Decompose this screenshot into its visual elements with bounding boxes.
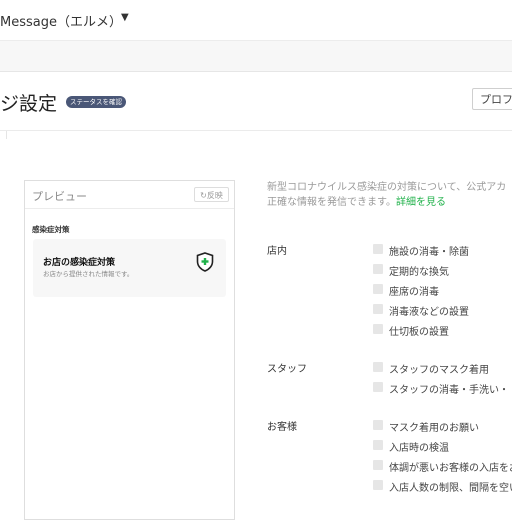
checkbox-label: 入店人数の制限、間隔を空い bbox=[389, 483, 512, 494]
top-bar: Message（エルメ） ▼ bbox=[0, 0, 512, 41]
checkbox-label: 座席の消毒 bbox=[389, 287, 439, 298]
reflect-button[interactable]: ↻反映 bbox=[194, 187, 229, 202]
checkbox-label: スタッフのマスク着用 bbox=[389, 365, 489, 376]
refresh-icon: ↻ bbox=[200, 191, 207, 200]
caret-down-icon[interactable]: ▼ bbox=[121, 12, 129, 23]
category-label-staff: スタッフ bbox=[267, 364, 307, 375]
page-title: ジ設定 bbox=[0, 93, 58, 115]
category-label-store: 店内 bbox=[267, 246, 287, 257]
checkbox[interactable] bbox=[373, 324, 383, 334]
detail-link[interactable]: 詳細を見る bbox=[396, 197, 446, 208]
checkbox[interactable] bbox=[373, 304, 383, 314]
reflect-button-label: 反映 bbox=[206, 191, 223, 200]
checkbox-label: 入店時の検温 bbox=[389, 443, 449, 454]
preview-header: プレビュー ↻反映 bbox=[25, 181, 234, 209]
page-header: ジ設定 ステータスを確認 プロフ bbox=[0, 72, 512, 131]
checkbox[interactable] bbox=[373, 264, 383, 274]
account-name[interactable]: Message（エルメ） bbox=[0, 11, 122, 30]
checkbox-label: 消毒液などの設置 bbox=[389, 307, 469, 318]
card-subtitle: お店から提供された情報です。 bbox=[43, 270, 134, 278]
divider bbox=[0, 131, 7, 139]
checkbox-label: 施設の消毒・除菌 bbox=[389, 247, 469, 258]
category-label-customers: お客様 bbox=[267, 422, 297, 433]
toolbar-strip bbox=[0, 41, 512, 72]
section-label: 感染症対策 bbox=[32, 225, 70, 234]
infection-card[interactable]: お店の感染症対策 お店から提供された情報です。 bbox=[33, 239, 226, 297]
checkbox[interactable] bbox=[373, 284, 383, 294]
checkbox-label: 体調が悪いお客様の入店をお bbox=[389, 463, 512, 474]
profile-button[interactable]: プロフ bbox=[472, 88, 512, 110]
status-badge[interactable]: ステータスを確認 bbox=[66, 96, 126, 108]
checkbox[interactable] bbox=[373, 382, 383, 392]
preview-title: プレビュー bbox=[32, 190, 87, 203]
card-title: お店の感染症対策 bbox=[43, 258, 116, 268]
checkbox[interactable] bbox=[373, 480, 383, 490]
checkbox-label: マスク着用のお願い bbox=[389, 423, 479, 434]
checkbox-label: 定期的な換気 bbox=[389, 267, 449, 278]
checkbox[interactable] bbox=[373, 460, 383, 470]
shield-plus-icon bbox=[196, 252, 214, 272]
checkbox[interactable] bbox=[373, 420, 383, 430]
notice-line-1: 新型コロナウイルス感染症の対策について、公式アカ bbox=[267, 182, 507, 193]
checkbox[interactable] bbox=[373, 244, 383, 254]
checkbox[interactable] bbox=[373, 362, 383, 372]
notice-text: 新型コロナウイルス感染症の対策について、公式アカ 正確な情報を発信できます。詳細… bbox=[267, 180, 506, 210]
checkbox-label: 仕切板の設置 bbox=[389, 327, 449, 338]
checkbox[interactable] bbox=[373, 440, 383, 450]
checkbox-label: スタッフの消毒・手洗い・ bbox=[389, 385, 509, 396]
notice-line-2: 正確な情報を発信できます。 bbox=[267, 197, 396, 208]
preview-panel: プレビュー ↻反映 感染症対策 お店の感染症対策 お店から提供された情報です。 bbox=[24, 180, 235, 520]
